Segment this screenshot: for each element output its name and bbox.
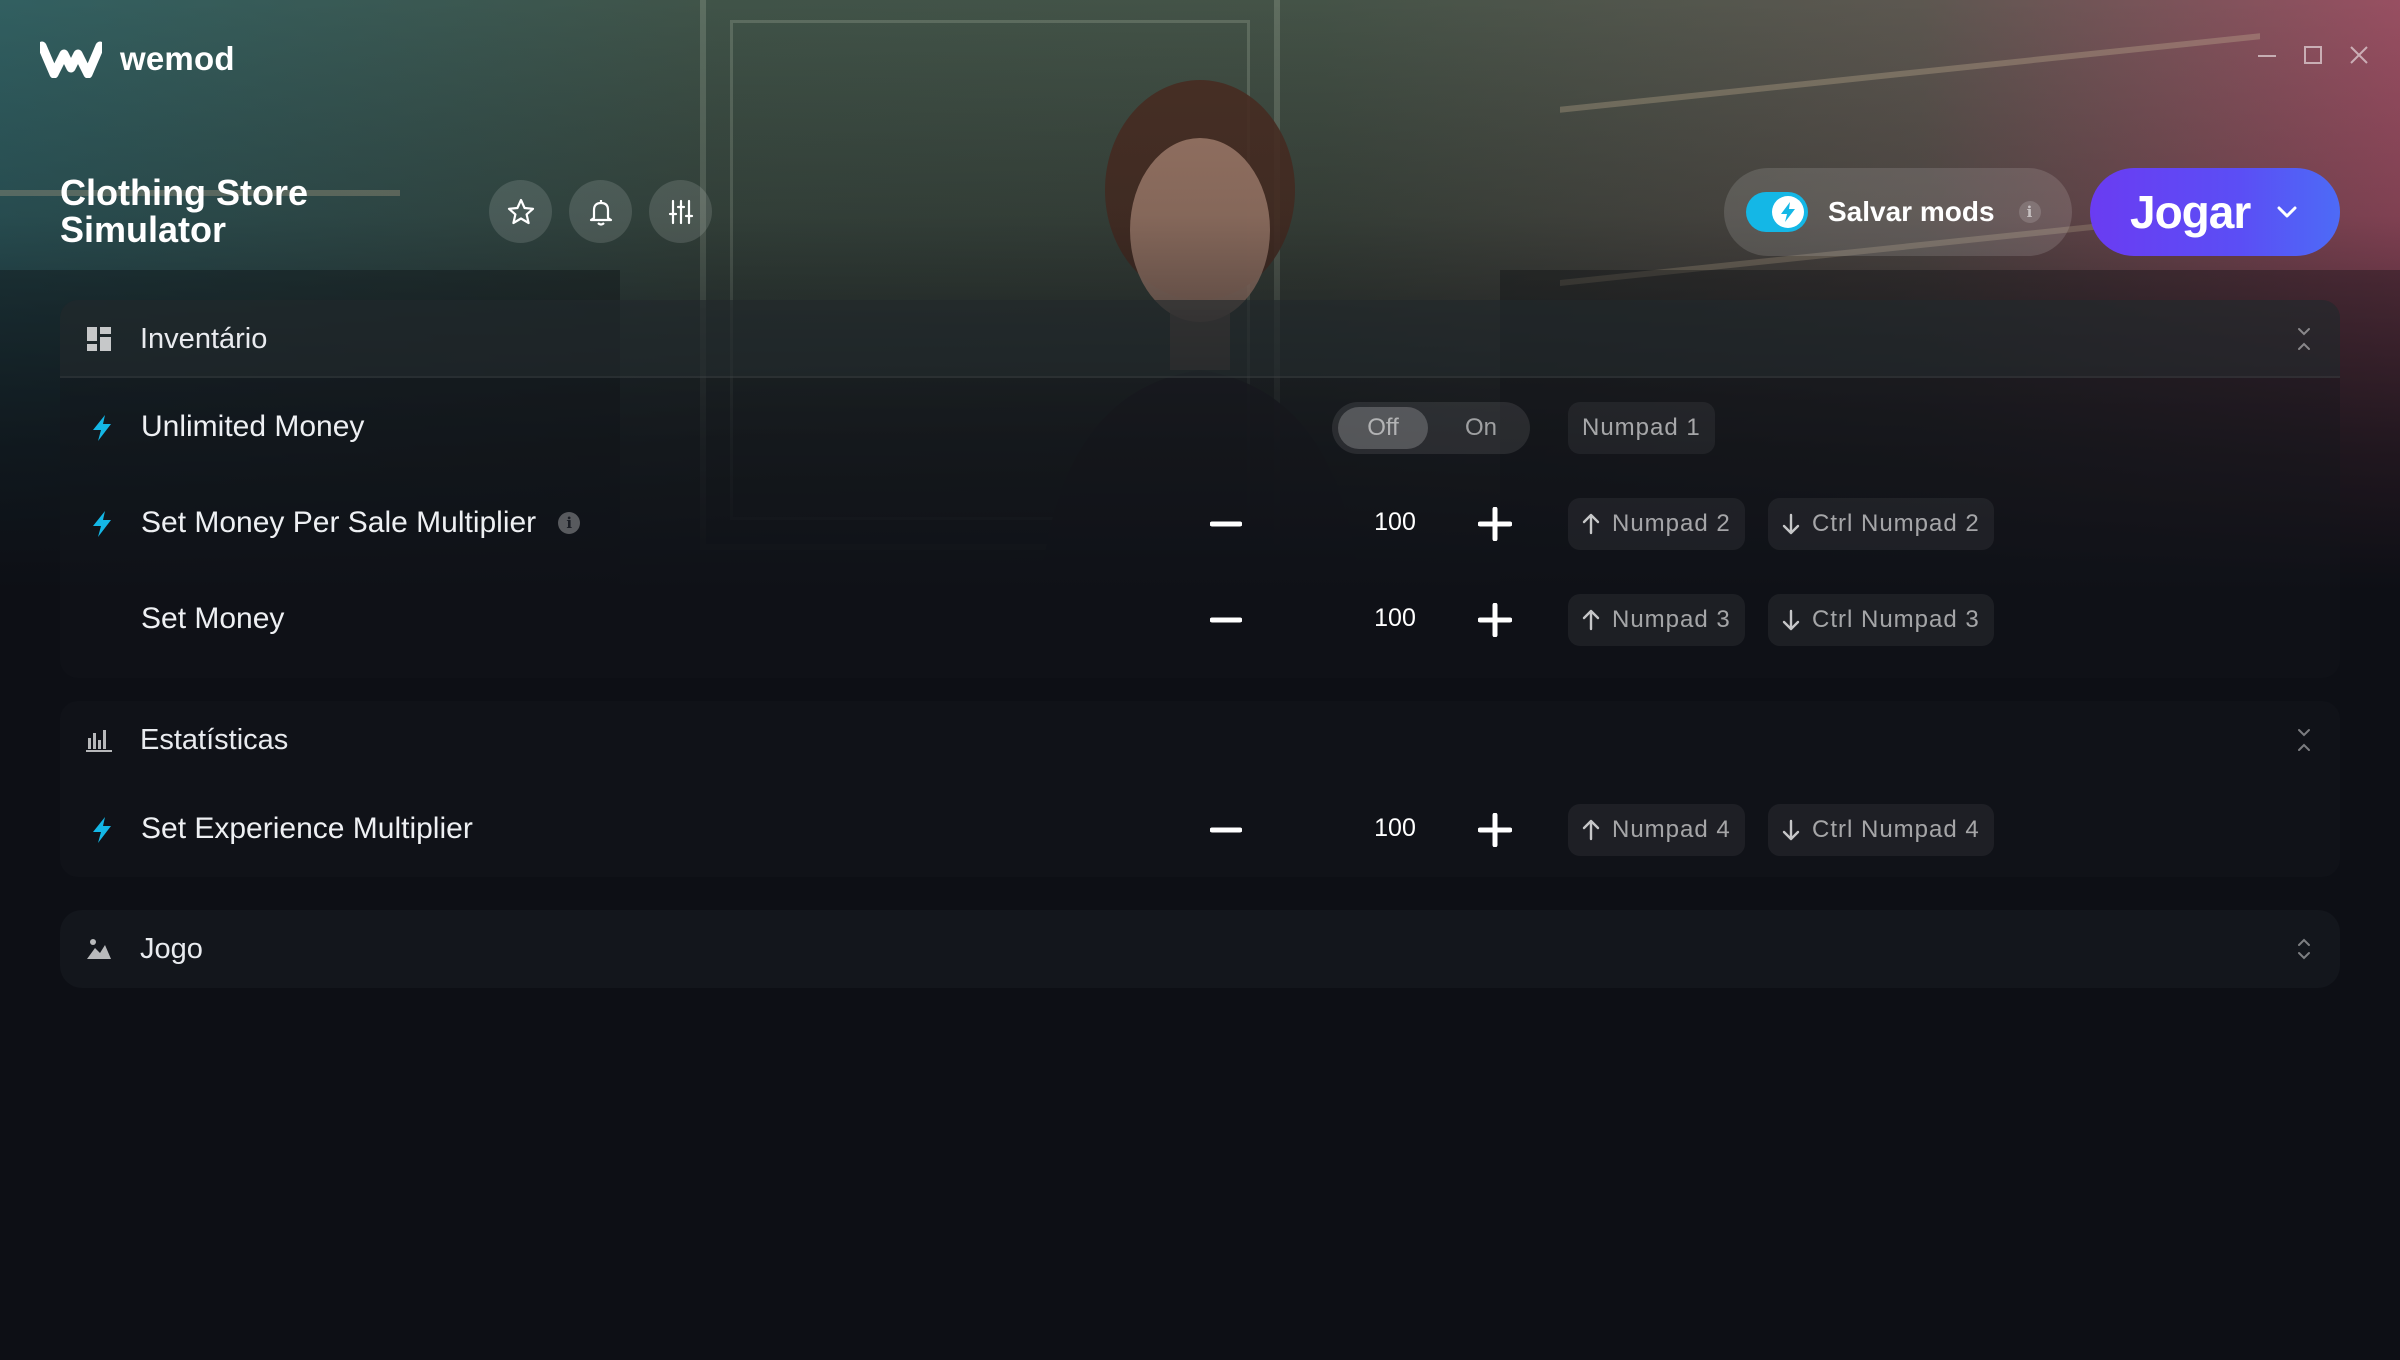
mod-label: Set Experience Multiplier (141, 812, 473, 845)
arrow-up-icon (1582, 819, 1600, 841)
mod-label-container: Set Money Per Sale Multiplier i (141, 506, 581, 540)
wemod-logo-icon (40, 41, 102, 78)
arrow-down-icon (1782, 819, 1800, 841)
game-settings-button[interactable] (649, 180, 712, 243)
notifications-button[interactable] (569, 180, 632, 243)
mod-row-money-per-sale-multiplier: Set Money Per Sale Multiplier i 100 Nump… (60, 488, 2340, 558)
hotkey-decrease-badge[interactable]: Ctrl Numpad 2 (1768, 498, 1994, 550)
stats-title: Estatísticas (140, 723, 289, 756)
hotkey-increase-badge[interactable]: Numpad 3 (1568, 594, 1745, 646)
hotkey-decrease-badge[interactable]: Ctrl Numpad 3 (1768, 594, 1994, 646)
hotkey-label: Ctrl Numpad 3 (1812, 606, 1980, 633)
plus-icon[interactable] (1478, 813, 1512, 847)
inventory-title: Inventário (140, 322, 268, 355)
collapse-icon[interactable] (2296, 326, 2312, 352)
app-logo: wemod (40, 40, 235, 78)
minimize-icon[interactable] (2256, 44, 2278, 66)
app-name: wemod (120, 40, 235, 77)
minus-icon[interactable] (1210, 814, 1242, 846)
stepper-value[interactable]: 100 (1350, 508, 1440, 537)
sliders-icon (668, 199, 693, 224)
save-mods-control[interactable]: Salvar mods i (1724, 168, 2072, 256)
bell-icon (589, 199, 612, 226)
mod-row-experience-multiplier: Set Experience Multiplier 100 Numpad 4 C… (60, 794, 2340, 864)
mod-row-unlimited-money: Unlimited Money Off On Numpad 1 (60, 392, 2340, 462)
expand-icon[interactable] (2296, 936, 2312, 962)
stepper-value[interactable]: 100 (1350, 604, 1440, 633)
maximize-icon[interactable] (2302, 44, 2324, 66)
toggle-on-option[interactable]: On (1440, 407, 1522, 449)
save-mods-toggle[interactable] (1746, 192, 1808, 232)
star-icon (507, 198, 534, 224)
game-section-header[interactable]: Jogo (60, 910, 2340, 988)
play-button[interactable]: Jogar (2090, 168, 2340, 256)
hotkey-label: Numpad 2 (1612, 510, 1731, 537)
hotkey-badge[interactable]: Numpad 1 (1568, 402, 1715, 454)
save-mods-label: Salvar mods (1828, 196, 1995, 227)
inventory-header[interactable]: Inventário (60, 300, 2340, 378)
arrow-down-icon (1782, 513, 1800, 535)
landscape-icon (87, 939, 111, 959)
stepper-value[interactable]: 100 (1350, 814, 1440, 843)
collapse-icon[interactable] (2296, 727, 2312, 753)
favorite-button[interactable] (489, 180, 552, 243)
arrow-up-icon (1582, 513, 1600, 535)
hotkey-increase-badge[interactable]: Numpad 4 (1568, 804, 1745, 856)
hotkey-label: Numpad 4 (1612, 816, 1731, 843)
lightning-icon (93, 817, 111, 843)
mod-label: Set Money Per Sale Multiplier (141, 506, 537, 539)
bar-chart-icon (86, 730, 112, 752)
mod-label: Set Money (141, 602, 285, 635)
chevron-down-icon[interactable] (2276, 205, 2298, 219)
minus-icon[interactable] (1210, 508, 1242, 540)
play-button-label: Jogar (2130, 186, 2251, 238)
window-controls (2256, 44, 2370, 66)
toggle-off-option[interactable]: Off (1338, 407, 1428, 449)
info-icon[interactable]: i (558, 512, 581, 534)
hotkey-label: Ctrl Numpad 4 (1812, 816, 1980, 843)
save-mods-info-icon[interactable]: i (2018, 201, 2041, 223)
game-actions (489, 180, 712, 243)
lightning-icon (1781, 202, 1795, 222)
hotkey-label: Numpad 3 (1612, 606, 1731, 633)
mod-row-set-money: Set Money 100 Numpad 3 Ctrl Numpad 3 (60, 584, 2340, 654)
stats-header[interactable]: Estatísticas (60, 701, 2340, 779)
grid-icon (87, 327, 111, 351)
minus-icon[interactable] (1210, 604, 1242, 636)
plus-icon[interactable] (1478, 507, 1512, 541)
hotkey-decrease-badge[interactable]: Ctrl Numpad 4 (1768, 804, 1994, 856)
mod-label: Unlimited Money (141, 410, 365, 443)
unlimited-money-toggle[interactable]: Off On (1332, 402, 1530, 454)
arrow-down-icon (1782, 609, 1800, 631)
arrow-up-icon (1582, 609, 1600, 631)
hotkey-increase-badge[interactable]: Numpad 2 (1568, 498, 1745, 550)
hotkey-label: Ctrl Numpad 2 (1812, 510, 1980, 537)
close-icon[interactable] (2348, 44, 2370, 66)
game-title: Clothing Store Simulator (60, 172, 308, 250)
lightning-icon (93, 511, 111, 537)
plus-icon[interactable] (1478, 603, 1512, 637)
game-section-title: Jogo (140, 932, 203, 965)
hotkey-label: Numpad 1 (1582, 414, 1701, 441)
lightning-icon (93, 415, 111, 441)
